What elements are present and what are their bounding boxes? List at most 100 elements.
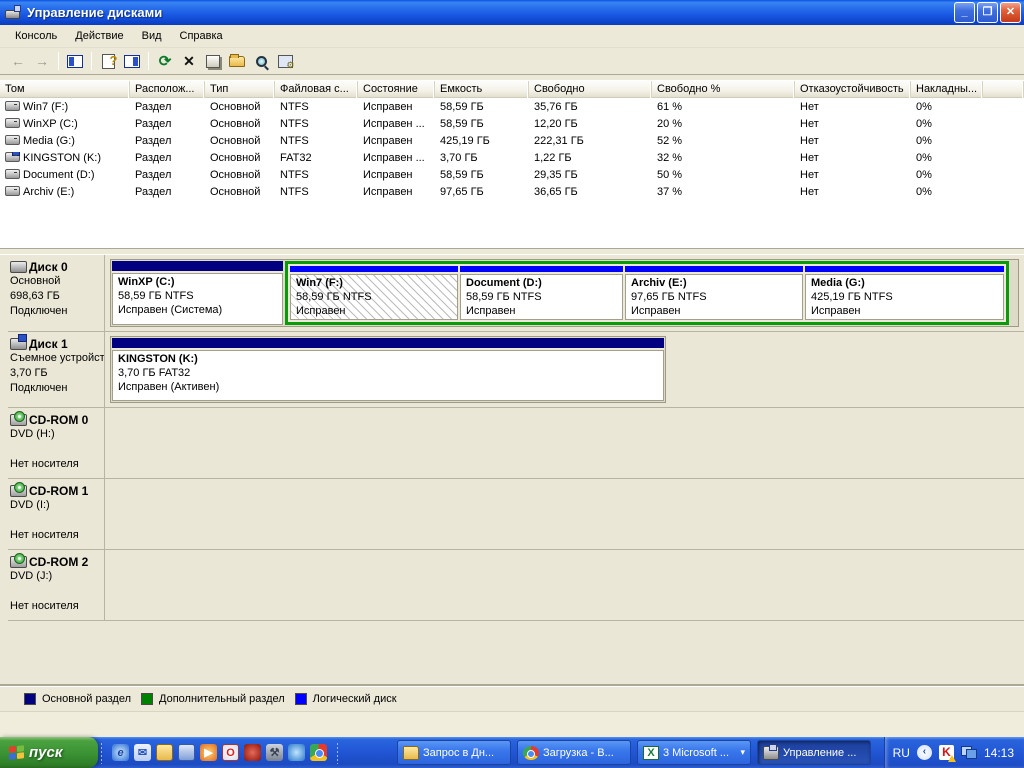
volume-overhead: 0% [911, 169, 983, 181]
menu-view[interactable]: Вид [133, 27, 171, 45]
kaspersky-icon[interactable]: K [939, 745, 954, 760]
tools-icon[interactable]: ⚒ [266, 744, 283, 761]
show-console-tree-icon[interactable] [64, 50, 86, 72]
partition-size: 425,19 ГБ NTFS [811, 290, 998, 304]
tray-collapse-icon[interactable]: ‹ [917, 745, 932, 760]
volume-name: Archiv (E:) [23, 186, 74, 198]
search-icon[interactable] [250, 50, 272, 72]
volume-capacity: 58,59 ГБ [435, 169, 529, 181]
menu-action[interactable]: Действие [66, 27, 132, 45]
taskbar-button-folder-window[interactable]: Запрос в Дн... [397, 740, 511, 765]
column-header-free-pct[interactable]: Свободно % [652, 81, 795, 98]
taskbar-button-disk-management[interactable]: Управление ... [757, 740, 871, 765]
folder-icon[interactable] [156, 744, 173, 761]
snap-in-icon[interactable] [274, 50, 296, 72]
toolbar-separator [58, 52, 59, 70]
cdrom0-label[interactable]: CD-ROM 0 DVD (H:) Нет носителя [8, 408, 105, 478]
disk0-name: Диск 0 [29, 260, 68, 274]
cdrom1-drive: DVD (I:) [10, 498, 102, 513]
taskbar-handle[interactable] [336, 742, 339, 764]
partition-name: WinXP (C:) [118, 275, 277, 289]
pane-splitter[interactable] [0, 248, 1024, 255]
partition-status: Исправен (Система) [118, 303, 277, 317]
partition-archiv[interactable]: Archiv (E:) 97,65 ГБ NTFS Исправен [625, 266, 803, 320]
disk0-label[interactable]: Диск 0 Основной 698,63 ГБ Подключен [8, 255, 105, 331]
download-manager-icon[interactable] [244, 744, 261, 761]
show-desktop-icon[interactable] [178, 744, 195, 761]
internet-explorer-icon[interactable]: e [112, 744, 129, 761]
minimize-button[interactable]: _ [954, 2, 975, 23]
table-row[interactable]: Document (D:) Раздел Основной NTFS Испра… [0, 166, 1024, 183]
show-action-pane-icon[interactable] [121, 50, 143, 72]
column-header-volume[interactable]: Том [0, 81, 130, 98]
taskbar-button-chrome-download[interactable]: Загрузка - В... [517, 740, 631, 765]
quick-launch: e ✉ ▶ O ⚒ [105, 744, 334, 761]
column-header-filesystem[interactable]: Файловая с... [275, 81, 358, 98]
column-header-layout[interactable]: Располож... [130, 81, 205, 98]
properties-icon[interactable] [202, 50, 224, 72]
volume-fault-tolerance: Нет [795, 152, 911, 164]
column-header-capacity[interactable]: Емкость [435, 81, 529, 98]
volume-free-pct: 20 % [652, 118, 795, 130]
table-row[interactable]: Win7 (F:) Раздел Основной NTFS Исправен … [0, 98, 1024, 115]
disk1-label[interactable]: Диск 1 Съемное устройство 3,70 ГБ Подклю… [8, 332, 105, 407]
volume-capacity: 97,65 ГБ [435, 186, 529, 198]
start-button[interactable]: пуск [0, 737, 98, 768]
menu-help[interactable]: Справка [171, 27, 232, 45]
partition-size: 97,65 ГБ NTFS [631, 290, 797, 304]
partition-media[interactable]: Media (G:) 425,19 ГБ NTFS Исправен [805, 266, 1004, 320]
table-row[interactable]: KINGSTON (K:) Раздел Основной FAT32 Испр… [0, 149, 1024, 166]
outlook-express-icon[interactable]: ✉ [134, 744, 151, 761]
partition-win7-selected[interactable]: Win7 (F:) 58,59 ГБ NTFS Исправен [290, 266, 458, 320]
globe-browser-icon[interactable] [288, 744, 305, 761]
column-header-overhead[interactable]: Накладны... [911, 81, 983, 98]
cdrom2-label[interactable]: CD-ROM 2 DVD (J:) Нет носителя [8, 550, 105, 620]
volume-free-pct: 52 % [652, 135, 795, 147]
open-folder-icon[interactable] [226, 50, 248, 72]
refresh-icon[interactable]: ⟳ [154, 50, 176, 72]
partition-winxp[interactable]: WinXP (C:) 58,59 ГБ NTFS Исправен (Систе… [112, 261, 283, 325]
taskbar: пуск e ✉ ▶ O ⚒ Запрос в Дн... Загрузка -… [0, 737, 1024, 768]
title-bar: Управление дисками _ ❐ ✕ [0, 0, 1024, 25]
clock[interactable]: 14:13 [984, 746, 1014, 760]
volume-fault-tolerance: Нет [795, 118, 911, 130]
disk-graph-pane: Диск 0 Основной 698,63 ГБ Подключен WinX… [0, 255, 1024, 686]
volume-fs: NTFS [275, 169, 358, 181]
delete-icon[interactable]: ✕ [178, 50, 200, 72]
table-row[interactable]: Archiv (E:) Раздел Основной NTFS Исправе… [0, 183, 1024, 200]
partition-document[interactable]: Document (D:) 58,59 ГБ NTFS Исправен [460, 266, 623, 320]
volume-icon [5, 186, 20, 196]
volume-fault-tolerance: Нет [795, 101, 911, 113]
forward-icon[interactable]: → [31, 50, 53, 72]
table-row[interactable]: WinXP (C:) Раздел Основной NTFS Исправен… [0, 115, 1024, 132]
volume-free-pct: 32 % [652, 152, 795, 164]
restore-button[interactable]: ❐ [977, 2, 998, 23]
quick-launch-handle[interactable] [100, 742, 103, 764]
system-tray: RU ‹ K 14:13 [884, 737, 1024, 768]
table-row[interactable]: Media (G:) Раздел Основной NTFS Исправен… [0, 132, 1024, 149]
column-header-status[interactable]: Состояние [358, 81, 435, 98]
volume-location: Раздел [130, 135, 205, 147]
media-player-icon[interactable]: ▶ [200, 744, 217, 761]
column-header-free[interactable]: Свободно [529, 81, 652, 98]
disk1-status: Подключен [10, 381, 102, 396]
logical-drive-bar [625, 266, 803, 272]
partition-kingston[interactable]: KINGSTON (K:) 3,70 ГБ FAT32 Исправен (Ак… [112, 338, 664, 401]
chrome-icon[interactable] [310, 744, 327, 761]
menu-console[interactable]: Консоль [6, 27, 66, 45]
network-icon[interactable] [961, 746, 977, 759]
volume-free: 1,22 ГБ [529, 152, 652, 164]
opera-icon[interactable]: O [222, 744, 239, 761]
task-button-label: Управление ... [783, 747, 865, 759]
cdrom1-label[interactable]: CD-ROM 1 DVD (I:) Нет носителя [8, 479, 105, 549]
help-topic-icon[interactable] [97, 50, 119, 72]
back-icon[interactable]: ← [7, 50, 29, 72]
close-button[interactable]: ✕ [1000, 2, 1021, 23]
volume-fs: NTFS [275, 118, 358, 130]
volume-free: 29,35 ГБ [529, 169, 652, 181]
taskbar-button-excel-group[interactable]: X 3 Microsoft ... ▾ [637, 740, 751, 765]
column-header-fault-tolerance[interactable]: Отказоустойчивость [795, 81, 911, 98]
column-header-type[interactable]: Тип [205, 81, 275, 98]
language-indicator[interactable]: RU [893, 746, 910, 760]
toolbar: ← → ⟳ ✕ [0, 48, 1024, 75]
